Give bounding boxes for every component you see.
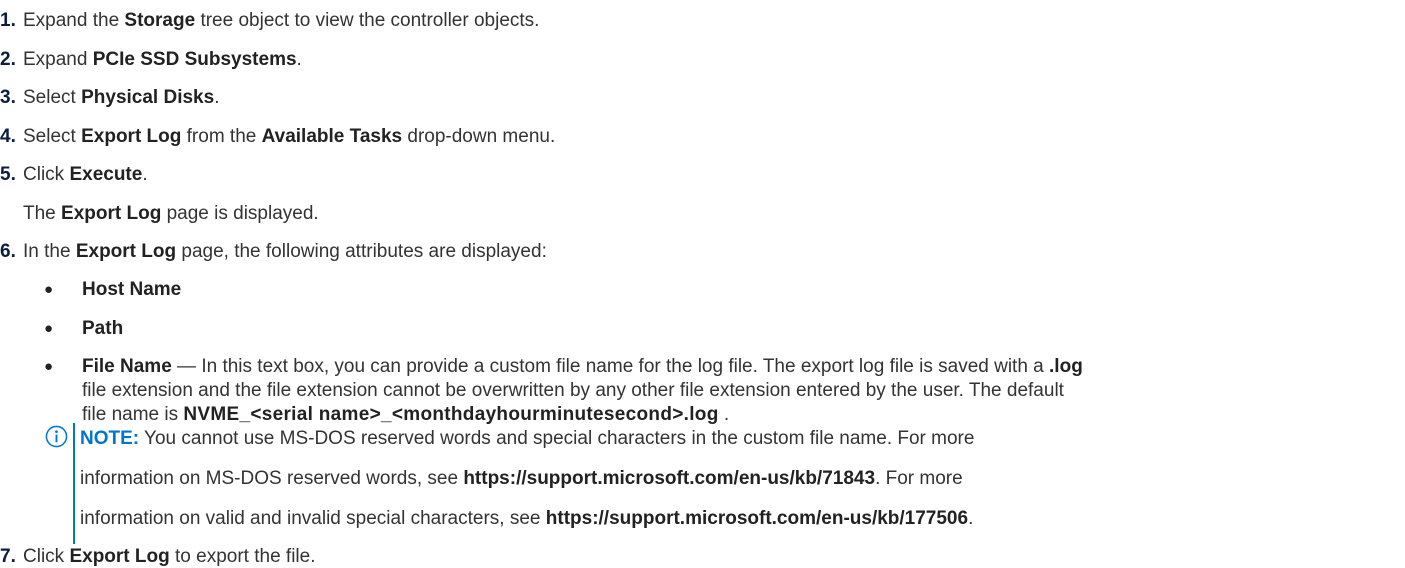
bullet-file-name-line-3: file name is NVME_<serial name>_<monthda…: [82, 404, 729, 426]
text: to export the file.: [169, 546, 316, 567]
text: drop-down menu.: [402, 126, 556, 147]
text: .: [968, 508, 974, 529]
default-file-name: NVME_<serial name>_<monthdayhourminutese…: [183, 404, 719, 425]
ui-term: Available Tasks: [261, 126, 403, 147]
text: information on MS-DOS reserved words, se…: [80, 468, 464, 489]
text: — In this text box, you can provide a cu…: [171, 356, 1050, 377]
text: Expand: [23, 49, 93, 70]
text: You cannot use MS-DOS reserved words and…: [139, 428, 975, 449]
text: tree object to view the controller objec…: [195, 10, 540, 31]
kb-link-71843[interactable]: https://support.microsoft.com/en-us/kb/7…: [463, 468, 875, 489]
ui-term: Export Log: [61, 203, 162, 224]
bullet-path: Path: [82, 318, 123, 340]
step-text: Expand the Storage tree object to view t…: [23, 10, 539, 32]
step-number: 7.: [0, 546, 16, 567]
ui-term: Host Name: [82, 279, 182, 300]
step-text: Select Export Log from the Available Tas…: [23, 126, 555, 148]
text: information on valid and invalid special…: [80, 508, 546, 529]
text: from the: [181, 126, 262, 147]
ui-term: Execute: [69, 164, 143, 185]
bullet-icon: ●: [44, 320, 54, 337]
text: .: [296, 49, 302, 70]
text: page is displayed.: [161, 203, 319, 224]
ui-term: Path: [82, 318, 124, 339]
note-label: NOTE:: [80, 428, 140, 449]
step-text: Click Execute.: [23, 164, 148, 186]
bullet-icon: ●: [44, 358, 54, 375]
text: . For more: [875, 468, 963, 489]
note-line-3: information on valid and invalid special…: [80, 508, 973, 530]
bullet-file-name-line-2: file extension and the file extension ca…: [82, 380, 1064, 402]
note-line-2: information on MS-DOS reserved words, se…: [80, 468, 963, 490]
bullet-file-name: File Name — In this text box, you can pr…: [82, 356, 1083, 378]
step-number: 6.: [0, 241, 16, 262]
text: Expand the: [23, 10, 125, 31]
text: page, the following attributes are displ…: [176, 241, 547, 262]
ui-term: Physical Disks: [81, 87, 215, 108]
bullet-icon: ●: [44, 281, 54, 298]
text: .: [142, 164, 148, 185]
text: Select: [23, 126, 82, 147]
text: file name is: [82, 404, 184, 425]
text: Select: [23, 87, 82, 108]
document-body: 1. Expand the Storage tree object to vie…: [0, 0, 1405, 568]
text: file extension and the file extension ca…: [82, 380, 1064, 401]
ui-term: Storage: [124, 10, 196, 31]
step-text: Expand PCIe SSD Subsystems.: [23, 49, 302, 71]
text: Click: [23, 164, 70, 185]
ui-term: Export Log: [81, 126, 182, 147]
step-number: 2.: [0, 49, 16, 70]
step-number: 3.: [0, 87, 16, 108]
step-text: Select Physical Disks.: [23, 87, 219, 109]
step-text: Click Export Log to export the file.: [23, 546, 315, 568]
text: .: [214, 87, 220, 108]
ui-term: File Name: [82, 356, 172, 377]
text: .: [718, 404, 730, 425]
step-number: 4.: [0, 126, 16, 147]
note-line-1: NOTE: You cannot use MS-DOS reserved wor…: [80, 428, 974, 450]
kb-link-177506[interactable]: https://support.microsoft.com/en-us/kb/1…: [546, 508, 968, 529]
bullet-host-name: Host Name: [82, 279, 181, 301]
ui-term: Export Log: [69, 546, 170, 567]
ui-term: PCIe SSD Subsystems: [92, 49, 297, 70]
ui-term: .log: [1049, 356, 1083, 377]
step-result-text: The Export Log page is displayed.: [23, 203, 319, 225]
ui-term: Export Log: [75, 241, 177, 262]
step-number: 1.: [0, 10, 16, 31]
step-text: In the Export Log page, the following at…: [23, 241, 547, 263]
text: Click: [23, 546, 70, 567]
text: The: [23, 203, 62, 224]
note-accent-bar: [73, 423, 75, 544]
info-icon: [45, 425, 68, 448]
text: In the: [23, 241, 76, 262]
step-number: 5.: [0, 164, 16, 185]
